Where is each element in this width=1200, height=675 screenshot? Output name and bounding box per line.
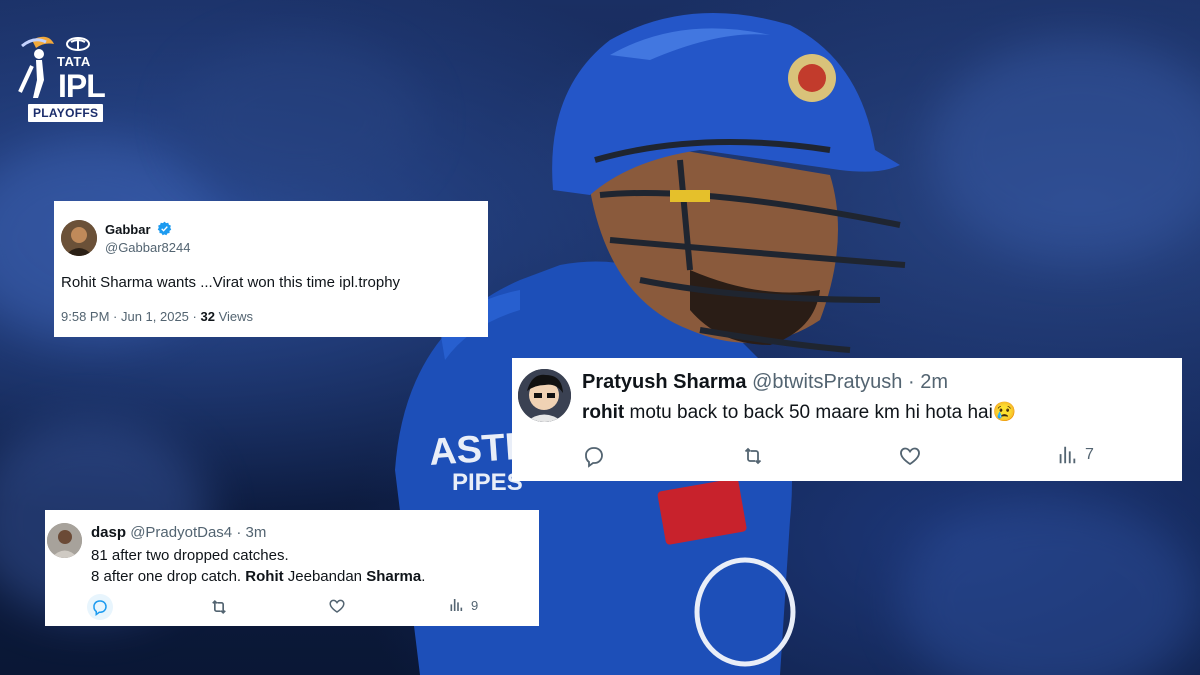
repost-icon <box>212 599 226 615</box>
author-name[interactable]: dasp <box>91 524 126 541</box>
tweet-text: rohit motu back to back 50 maare km hi h… <box>582 400 1016 424</box>
reply-icon <box>585 447 603 468</box>
tweet-author: dasp @PradyotDas4 · 3m <box>91 524 266 541</box>
tweet-card-dasp[interactable]: dasp @PradyotDas4 · 3m 81 after two drop… <box>45 510 539 626</box>
views-count: 7 <box>1085 446 1094 463</box>
tweet-timestamp[interactable]: 9:58 PM · Jun 1, 2025 · <box>61 309 197 324</box>
tweet-card-pratyush[interactable]: Pratyush Sharma @btwitsPratyush · 2m roh… <box>512 358 1182 481</box>
analytics-icon <box>450 599 463 611</box>
heart-icon <box>329 599 345 613</box>
tweet-timestamp[interactable]: · 2m <box>908 371 948 393</box>
author-name[interactable]: Pratyush Sharma <box>582 371 747 393</box>
repost-button[interactable] <box>740 444 766 468</box>
tweet-text-line2: 8 after one drop catch. Rohit Jeebandan … <box>91 568 425 585</box>
tweet-actions: 7 <box>582 444 1122 468</box>
repost-button[interactable] <box>209 597 229 617</box>
views-count: 32 <box>200 309 215 324</box>
tata-wordmark: TATA <box>57 54 91 69</box>
views-label: Views <box>218 309 254 324</box>
views-button[interactable]: 7 <box>1056 444 1094 466</box>
like-button[interactable] <box>898 444 922 468</box>
reply-button[interactable] <box>582 444 606 468</box>
line2-end: . <box>421 568 426 585</box>
author-name[interactable]: Gabbar <box>105 222 151 237</box>
line2-middle: Jeebandan <box>287 568 363 585</box>
repost-icon <box>744 447 762 465</box>
author-handle[interactable]: @PradyotDas4 <box>130 524 232 541</box>
crying-emoji-icon: 😢 <box>992 402 1017 423</box>
tweet-timestamp[interactable]: · 3m <box>236 524 266 541</box>
verified-badge-icon <box>157 221 172 239</box>
batsman-logo-icon <box>18 36 54 98</box>
tweet-author: Pratyush Sharma @btwitsPratyush · 2m <box>582 371 948 394</box>
playoffs-badge: PLAYOFFS <box>28 104 104 122</box>
tweet-text-body: motu back to back 50 maare km hi hota ha… <box>629 402 993 423</box>
tweet-card-gabbar[interactable]: Gabbar @Gabbar8244 Rohit Sharma wants ..… <box>54 201 488 337</box>
reply-icon <box>93 600 107 616</box>
tweet-text-line1: 81 after two dropped catches. <box>91 547 289 564</box>
author-handle[interactable]: @btwitsPratyush <box>752 371 902 393</box>
line2-bold-first: Rohit <box>245 568 284 585</box>
tweet-author: Gabbar <box>105 221 172 239</box>
ipl-wordmark: IPL <box>58 68 106 104</box>
avatar[interactable] <box>61 220 97 256</box>
ipl-playoffs-logo: TATA IPL PLAYOFFS <box>14 32 112 126</box>
tweet-text-bold: rohit <box>582 402 625 423</box>
heart-icon <box>900 447 920 466</box>
tweet-actions: 9 <box>87 594 511 620</box>
analytics-icon <box>1059 446 1076 464</box>
author-handle[interactable]: @Gabbar8244 <box>105 240 190 255</box>
avatar[interactable] <box>47 523 82 558</box>
tweet-meta: 9:58 PM · Jun 1, 2025 · 32 Views <box>61 309 253 324</box>
tweet-text: Rohit Sharma wants ...Virat won this tim… <box>61 274 401 291</box>
avatar[interactable] <box>518 369 571 422</box>
line2-prefix: 8 after one drop catch. <box>91 568 242 585</box>
line2-bold-last: Sharma <box>366 568 422 585</box>
like-button[interactable] <box>328 597 346 615</box>
tata-emblem-icon <box>66 37 90 51</box>
reply-button[interactable] <box>87 594 113 620</box>
views-button[interactable]: 9 <box>448 597 478 613</box>
views-count: 9 <box>471 597 479 613</box>
